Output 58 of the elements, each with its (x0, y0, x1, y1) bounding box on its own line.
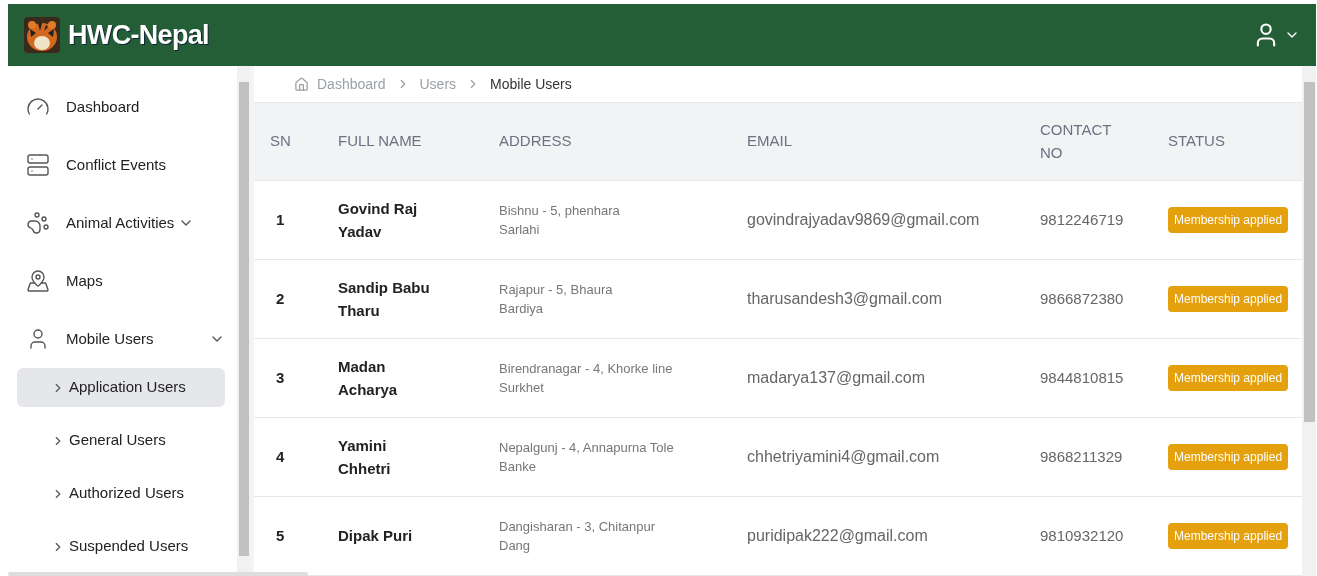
status-badge: Membership applied (1168, 523, 1289, 549)
status-badge: Membership applied (1168, 207, 1289, 233)
table-cell-text: Dang (499, 537, 532, 555)
column-header: SN (270, 132, 291, 150)
submenu-item[interactable]: Suspended Users (17, 527, 225, 566)
submenu-item[interactable]: Authorized Users (17, 474, 225, 513)
map-pin-icon (26, 269, 50, 293)
table-cell-text: Bardiya (499, 300, 545, 318)
table-cell: 9868211329 (1040, 448, 1123, 465)
table-cell-text: Bishnu - 5, phenhara (499, 202, 621, 220)
table-cell: 9866872380 (1040, 290, 1124, 307)
sidebar-item[interactable]: Dashboard (8, 78, 237, 136)
table-cell: 2 (276, 290, 285, 307)
table-cell-text: Surkhet (499, 379, 545, 397)
table-cell: 1 (276, 211, 285, 228)
sidebar-item[interactable]: Animal Activities (8, 194, 237, 252)
table-cell-text: Govind Raj Yadav (338, 198, 419, 242)
submenu-item[interactable]: Application Users (17, 368, 225, 407)
table-cell-text: Nepalgunj - 4, Annapurna Tole (499, 439, 675, 457)
table-cell-text: Madan Acharya (338, 356, 399, 400)
table-cell: 5 (276, 527, 285, 544)
status-badge: Membership applied (1168, 444, 1289, 470)
table-cell: 9812246719 (1040, 211, 1124, 228)
breadcrumb-link[interactable]: Mobile Users (490, 73, 572, 95)
column-header: FULL NAME (338, 132, 422, 150)
status-badge: Membership applied (1168, 365, 1289, 391)
table-cell: tharusandesh3@gmail.com (747, 290, 942, 307)
home-icon (294, 76, 309, 92)
column-header: ADDRESS (499, 132, 572, 150)
sidebar-item[interactable]: Conflict Events (8, 136, 237, 194)
column-header: CONTACT NO (1040, 120, 1113, 164)
brand-name: HWC-Nepal (68, 18, 209, 52)
sidebar-item[interactable]: Maps (8, 252, 237, 310)
table-cell-text: Sandip Babu Tharu (338, 277, 431, 321)
table-cell: 4 (276, 448, 285, 465)
sidebar-item[interactable]: Mobile Users (8, 310, 237, 368)
table-cell: 3 (276, 369, 285, 386)
table-cell-text: Birendranagar - 4, Khorke line (499, 360, 674, 378)
table-cell: madarya137@gmail.com (747, 369, 926, 386)
table-cell-text: Dangisharan - 3, Chitanpur (499, 518, 657, 536)
table-cell: 9810932120 (1040, 527, 1124, 544)
table-cell-text: Yamini Chhetri (338, 435, 392, 479)
table-cell: 9844810815 (1040, 369, 1124, 386)
submenu-item[interactable]: General Users (17, 421, 225, 460)
horizontal-scrollbar[interactable] (8, 572, 308, 576)
table-cell-text: Sarlahi (499, 221, 541, 239)
page-scrollbar[interactable] (1302, 66, 1316, 576)
table-cell-text: Banke (499, 458, 537, 476)
table-cell: govindrajyadav9869@gmail.com (747, 211, 980, 228)
column-header: STATUS (1168, 132, 1225, 150)
table-cell-text: Rajapur - 5, Bhaura (499, 281, 614, 299)
column-header: EMAIL (747, 132, 792, 150)
table-cell: chhetriyamini4@gmail.com (747, 448, 940, 465)
list-icon (26, 153, 50, 177)
paw-icon (26, 211, 50, 235)
table-cell: puridipak222@gmail.com (747, 527, 928, 544)
table-cell-text: Dipak Puri (338, 526, 414, 546)
status-badge: Membership applied (1168, 286, 1289, 312)
